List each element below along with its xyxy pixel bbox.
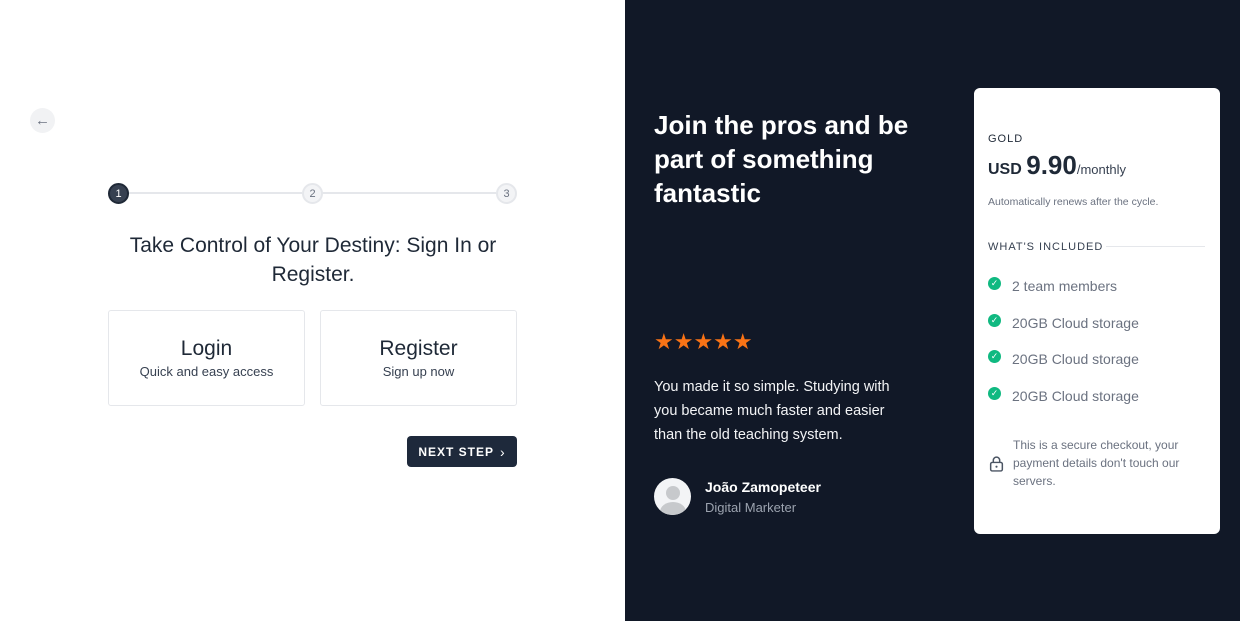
option-title: Login — [180, 337, 233, 360]
feature-label: 2 team members — [1012, 278, 1118, 294]
lock-icon — [989, 455, 1004, 472]
plan-tier: GOLD — [988, 133, 1024, 145]
check-circle-icon: ✓ — [988, 313, 1001, 327]
feature-label: 20GB Cloud storage — [1012, 315, 1139, 331]
step-connector — [322, 192, 496, 194]
currency: USD — [988, 161, 1022, 178]
promo-heading: Join the pros and be part of something f… — [654, 110, 909, 208]
right-panel: Join the pros and be part of something f… — [625, 0, 1240, 621]
renew-note: Automatically renews after the cycle. — [988, 196, 1159, 208]
login-option[interactable]: Login Quick and easy access — [108, 310, 305, 406]
included-label: WHAT'S INCLUDED — [988, 241, 1104, 253]
step-3: 3 — [496, 183, 517, 204]
feature-item: ✓ 20GB Cloud storage — [988, 313, 1139, 331]
check-circle-icon: ✓ — [988, 276, 1001, 290]
secure-text: This is a secure checkout, your payment … — [1013, 438, 1180, 488]
star-rating: ★★★★★ — [654, 329, 753, 354]
feature-label: 20GB Cloud storage — [1012, 388, 1139, 404]
step-2: 2 — [302, 183, 323, 204]
feature-item: ✓ 20GB Cloud storage — [988, 386, 1139, 404]
testimonial-quote: You made it so simple. Studying with you… — [654, 379, 890, 443]
plan-price: USD 9.90/monthly — [988, 150, 1126, 181]
option-subtitle: Quick and easy access — [139, 364, 274, 379]
feature-item: ✓ 2 team members — [988, 276, 1118, 294]
author-role: Digital Marketer — [705, 500, 797, 515]
amount: 9.90 — [1026, 150, 1077, 180]
check-circle-icon: ✓ — [988, 386, 1001, 400]
avatar — [654, 478, 691, 515]
page-title: Take Control of Your Destiny: Sign In or… — [129, 234, 497, 286]
feature-item: ✓ 20GB Cloud storage — [988, 349, 1139, 367]
feature-label: 20GB Cloud storage — [1012, 351, 1139, 367]
register-option[interactable]: Register Sign up now — [320, 310, 517, 406]
check-circle-icon: ✓ — [988, 349, 1001, 363]
stepper: 1 2 3 — [108, 183, 518, 204]
arrow-left-icon: ← — [35, 112, 50, 129]
step-1: 1 — [108, 183, 129, 204]
back-button[interactable]: ← — [30, 108, 55, 133]
plan-card: GOLD USD 9.90/monthly Automatically rene… — [974, 88, 1220, 534]
step-connector — [128, 192, 302, 194]
author-name: João Zamopeteer — [705, 479, 821, 495]
secure-note: This is a secure checkout, your payment … — [988, 436, 1203, 490]
next-step-button[interactable]: NEXT STEP › — [407, 436, 517, 467]
chevron-right-icon: › — [500, 443, 506, 460]
divider — [1106, 246, 1205, 247]
next-step-label: NEXT STEP — [418, 444, 494, 459]
option-subtitle: Sign up now — [382, 364, 455, 379]
period: /monthly — [1076, 162, 1126, 177]
option-title: Register — [379, 337, 458, 360]
left-panel: ← 1 2 3 Take Control of Your Destiny: Si… — [0, 0, 625, 621]
